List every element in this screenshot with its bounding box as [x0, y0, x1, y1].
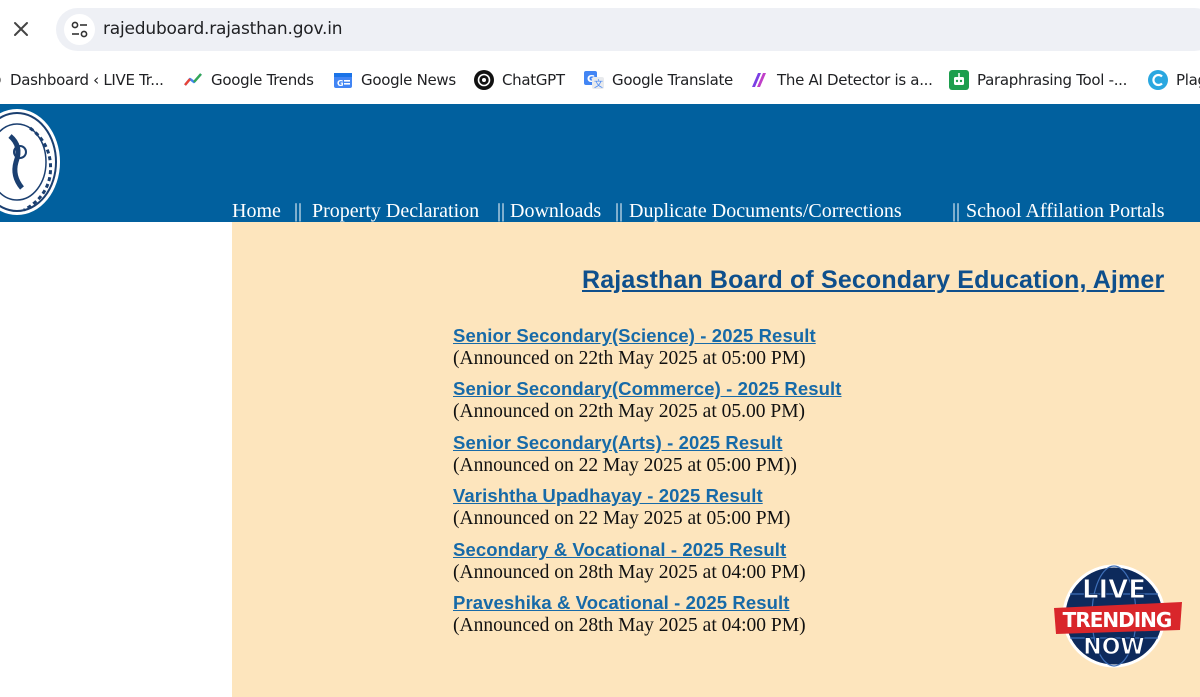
google-translate-icon: G文: [584, 70, 604, 90]
result-item: Varishtha Upadhayay - 2025 Result (Annou…: [453, 485, 790, 530]
bookmark-dashboard[interactable]: Dashboard ‹ LIVE Tr...: [0, 68, 164, 92]
site-header: Home || Property Declaration || Download…: [0, 104, 1200, 222]
result-link-commerce[interactable]: Senior Secondary(Commerce) - 2025 Result: [453, 378, 842, 400]
bookmark-paraphrasing-tool[interactable]: Paraphrasing Tool -...: [949, 68, 1127, 92]
announcement-note: (Announced on 22th May 2025 at 05:00 PM): [453, 348, 806, 369]
result-link-arts[interactable]: Senior Secondary(Arts) - 2025 Result: [453, 432, 797, 454]
nav-separator: ||: [952, 200, 961, 222]
bookmark-label: Plag: [1176, 71, 1200, 89]
svg-text:文: 文: [594, 78, 603, 90]
live-trending-now-watermark: LIVE TRENDING NOW: [1052, 564, 1184, 668]
result-item: Secondary & Vocational - 2025 Result (An…: [453, 539, 806, 584]
close-icon[interactable]: [10, 18, 32, 40]
result-link-science[interactable]: Senior Secondary(Science) - 2025 Result: [453, 325, 816, 347]
nav-property-declaration[interactable]: Property Declaration: [312, 200, 479, 222]
watermark-line-now: NOW: [1083, 635, 1144, 660]
bookmark-label: Paraphrasing Tool -...: [977, 71, 1128, 89]
watermark-line-live: LIVE: [1082, 575, 1146, 605]
board-logo-seal: [0, 106, 62, 218]
result-link-secondary-vocational[interactable]: Secondary & Vocational - 2025 Result: [453, 539, 806, 561]
result-item: Senior Secondary(Commerce) - 2025 Result…: [453, 378, 842, 423]
watermark-line-trending: TRENDING: [1063, 608, 1172, 632]
site-settings-icon[interactable]: [64, 14, 95, 45]
bookmark-label: Google News: [361, 71, 456, 89]
nav-school-affiliation[interactable]: School Affilation Portals: [966, 200, 1165, 222]
result-link-varishtha-upadhayay[interactable]: Varishtha Upadhayay - 2025 Result: [453, 485, 790, 507]
announcement-note: (Announced on 28th May 2025 at 04:00 PM): [453, 615, 806, 636]
nav-downloads[interactable]: Downloads: [510, 200, 601, 222]
result-link-praveshika-vocational[interactable]: Praveshika & Vocational - 2025 Result: [453, 592, 806, 614]
page-title[interactable]: Rajasthan Board of Secondary Education, …: [582, 266, 1164, 295]
paraphrasing-tool-icon: [949, 70, 969, 90]
chatgpt-icon: [474, 70, 494, 90]
announcement-note: (Announced on 28th May 2025 at 04:00 PM): [453, 562, 806, 583]
bookmark-label: Dashboard ‹ LIVE Tr...: [10, 71, 164, 89]
nav-duplicate-documents[interactable]: Duplicate Documents/Corrections: [629, 200, 902, 222]
svg-text:G: G: [337, 79, 343, 88]
bookmark-google-translate[interactable]: G文 Google Translate: [584, 68, 733, 92]
bookmarks-bar: Dashboard ‹ LIVE Tr... Google Trends G G…: [0, 58, 1200, 104]
nav-home[interactable]: Home: [232, 200, 281, 222]
url-text[interactable]: rajeduboard.rajasthan.gov.in: [103, 19, 343, 39]
bookmark-ai-detector[interactable]: The AI Detector is a...: [749, 68, 933, 92]
nav-separator: ||: [294, 200, 303, 222]
google-trends-icon: [183, 70, 203, 90]
google-news-icon: G: [333, 70, 353, 90]
bookmark-label: Google Trends: [211, 71, 314, 89]
browser-toolbar: rajeduboard.rajasthan.gov.in: [0, 0, 1200, 58]
announcement-note: (Announced on 22 May 2025 at 05:00 PM)): [453, 455, 797, 476]
result-item: Senior Secondary(Arts) - 2025 Result (An…: [453, 432, 797, 477]
bookmark-google-news[interactable]: G Google News: [333, 68, 456, 92]
address-bar[interactable]: rajeduboard.rajasthan.gov.in: [56, 8, 1200, 51]
bookmark-google-trends[interactable]: Google Trends: [183, 68, 314, 92]
circle-icon: [0, 70, 4, 90]
nav-separator: ||: [615, 200, 624, 222]
bookmark-label: The AI Detector is a...: [777, 71, 933, 89]
plag-icon: [1148, 70, 1168, 90]
result-item: Praveshika & Vocational - 2025 Result (A…: [453, 592, 806, 637]
bookmark-label: Google Translate: [612, 71, 733, 89]
nav-separator: ||: [497, 200, 506, 222]
result-item: Senior Secondary(Science) - 2025 Result …: [453, 325, 816, 370]
bookmark-label: ChatGPT: [502, 71, 565, 89]
announcement-note: (Announced on 22th May 2025 at 05.00 PM): [453, 401, 806, 422]
ai-detector-icon: [749, 70, 769, 90]
bookmark-plag[interactable]: Plag: [1148, 68, 1200, 92]
announcement-note: (Announced on 22 May 2025 at 05:00 PM): [453, 508, 791, 529]
bookmark-chatgpt[interactable]: ChatGPT: [474, 68, 565, 92]
